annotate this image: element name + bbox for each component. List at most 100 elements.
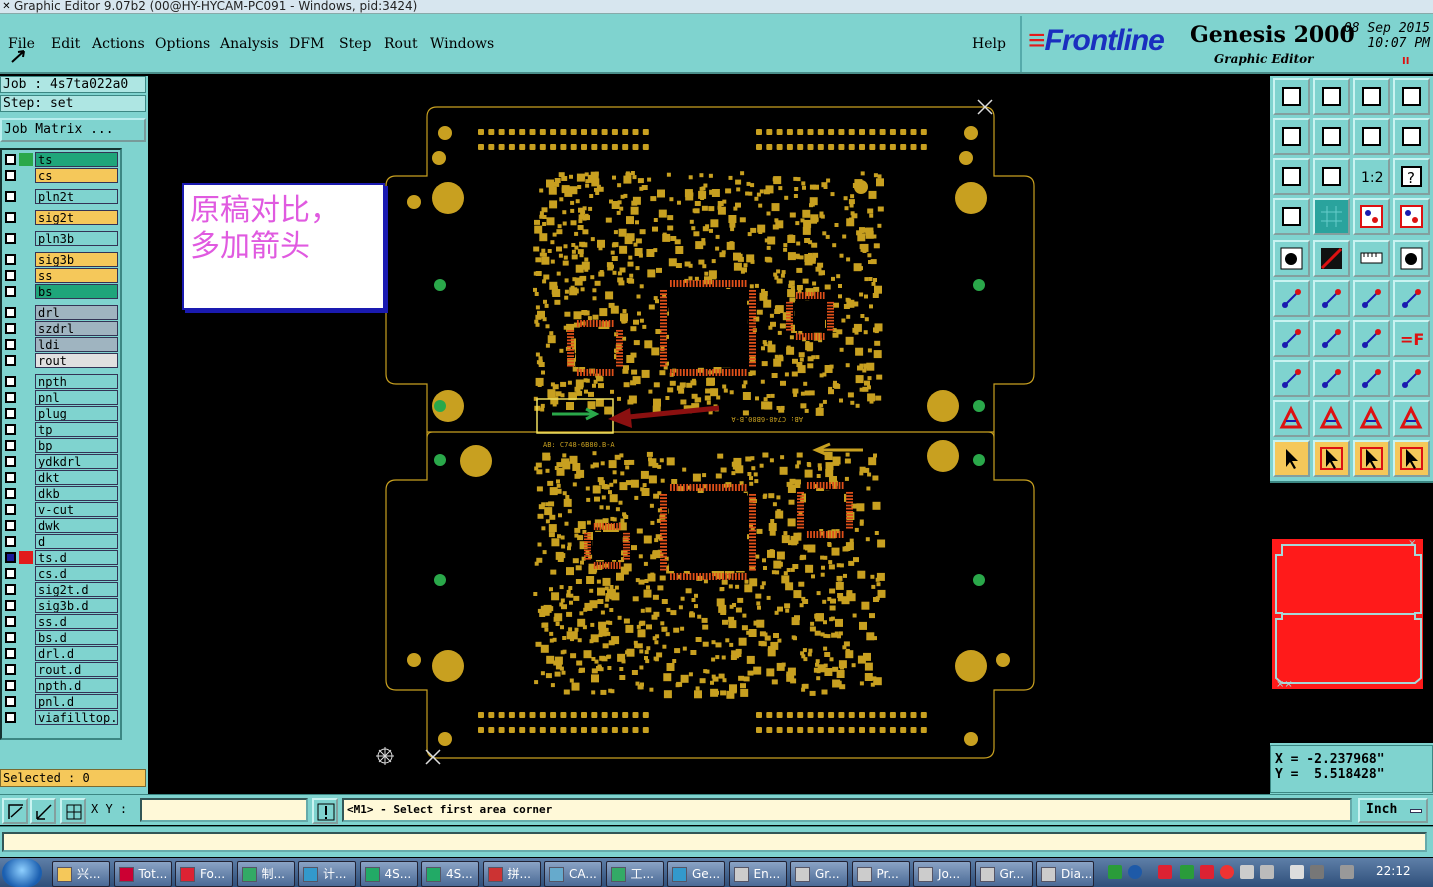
zoom-area-button[interactable] — [1393, 118, 1430, 155]
layer-row-rout-d[interactable]: rout.d — [2, 662, 120, 677]
layer-row-dkb[interactable]: dkb — [2, 486, 120, 501]
menu-dfm[interactable]: DFM — [289, 36, 324, 52]
layer-name[interactable]: bs.d — [35, 630, 118, 645]
layer-checkbox[interactable] — [5, 616, 16, 627]
highlight-button[interactable] — [1313, 240, 1350, 277]
scale-button[interactable] — [1353, 118, 1390, 155]
layer-row-sig2t[interactable]: sig2t — [2, 210, 120, 225]
menu-help[interactable]: Help — [972, 36, 1006, 52]
menu-analysis[interactable]: Analysis — [220, 36, 279, 52]
tray-flag-icon[interactable] — [1260, 865, 1274, 879]
layer-row-ldi[interactable]: ldi — [2, 337, 120, 352]
layer-checkbox[interactable] — [5, 632, 16, 643]
layer-name[interactable]: rout.d — [35, 662, 118, 677]
layer-name[interactable]: bs — [35, 284, 118, 299]
layer-row-v-cut[interactable]: v-cut — [2, 502, 120, 517]
layer-name[interactable]: ss — [35, 268, 118, 283]
layer-row-drl-d[interactable]: drl.d — [2, 646, 120, 661]
taskbar-task[interactable]: 兴... — [52, 861, 110, 887]
menu-edit[interactable]: Edit — [51, 36, 80, 52]
layer-row-sig2t-d[interactable]: sig2t.d — [2, 582, 120, 597]
layer-list[interactable]: ts cs pln2t sig2t pln3b sig3b ss bs drl szdrl ldi r… — [0, 148, 122, 740]
layer-checkbox[interactable] — [5, 472, 16, 483]
pad-button[interactable] — [1393, 240, 1430, 277]
connect-button[interactable] — [1273, 280, 1310, 317]
menu-options[interactable]: Options — [155, 36, 210, 52]
zoom-home-button[interactable] — [1273, 78, 1310, 115]
pan-right-button[interactable] — [1313, 118, 1350, 155]
layer-row-dwk[interactable]: dwk — [2, 518, 120, 533]
layer-row-sig3b-d[interactable]: sig3b.d — [2, 598, 120, 613]
layer-name[interactable]: d — [35, 534, 118, 549]
taskbar-task[interactable]: Pr... — [851, 861, 910, 887]
layer-name[interactable]: v-cut — [35, 502, 118, 517]
layer-checkbox[interactable] — [5, 212, 16, 223]
window-titlebar[interactable]: ✕ Graphic Editor 9.07b2 (00@HY-HYCAM-PC0… — [0, 0, 1433, 14]
layer-row-ts-d[interactable]: ts.d — [2, 550, 120, 565]
delete-button[interactable] — [1313, 280, 1350, 317]
layer-row-sig3b[interactable]: sig3b — [2, 252, 120, 267]
taskbar-task[interactable]: CA... — [544, 861, 602, 887]
job-matrix-button[interactable]: Job Matrix ... — [0, 118, 146, 142]
layer-name[interactable]: ldi — [35, 337, 118, 352]
layer-checkbox[interactable] — [5, 355, 16, 366]
layer-name[interactable]: plug — [35, 406, 118, 421]
text-a-button[interactable] — [1273, 400, 1310, 437]
menu-rout[interactable]: Rout — [384, 36, 418, 52]
tray-help-icon[interactable] — [1128, 865, 1142, 879]
filter-button[interactable] — [1273, 198, 1310, 235]
taskbar-task[interactable]: Tot... — [113, 861, 172, 887]
layer-row-szdrl[interactable]: szdrl — [2, 321, 120, 336]
tray-sync-icon[interactable] — [1340, 865, 1354, 879]
unit-selector[interactable]: Inch — [1358, 798, 1428, 823]
fit-screen-button[interactable] — [1273, 158, 1310, 195]
layer-name[interactable]: drl.d — [35, 646, 118, 661]
layer-checkbox[interactable] — [5, 664, 16, 675]
start-button[interactable] — [2, 859, 42, 887]
pan-left-button[interactable] — [1273, 118, 1310, 155]
layer-row-bp[interactable]: bp — [2, 438, 120, 453]
menu-actions[interactable]: Actions — [92, 36, 145, 52]
menu-windows[interactable]: Windows — [430, 36, 494, 52]
zoom-profile-button[interactable] — [1353, 78, 1390, 115]
layer-row-plug[interactable]: plug — [2, 406, 120, 421]
layer-name[interactable]: pln3b — [35, 231, 118, 246]
mirror-button[interactable]: =F — [1393, 320, 1430, 357]
layer-checkbox[interactable] — [5, 233, 16, 244]
layer-row-bs-d[interactable]: bs.d — [2, 630, 120, 645]
layer-name[interactable]: pnl.d — [35, 694, 118, 709]
layer-checkbox[interactable] — [5, 270, 16, 281]
layer-row-ts[interactable]: ts — [2, 152, 120, 167]
layer-checkbox[interactable] — [5, 696, 16, 707]
taskbar-task[interactable]: Gr... — [974, 861, 1033, 887]
layer-row-npth[interactable]: npth — [2, 374, 120, 389]
layer-checkbox[interactable] — [5, 376, 16, 387]
scale-one-to-one-button[interactable]: 1:2 — [1353, 158, 1390, 195]
add-pad-button[interactable] — [1273, 360, 1310, 397]
graphic-canvas[interactable]: AB: C748-6B80.B-A AB: C748-6B80.B-A 原稿对比，… — [148, 76, 1270, 794]
layer-checkbox[interactable] — [5, 536, 16, 547]
tray-network-icon[interactable] — [1180, 865, 1194, 879]
layer-checkbox[interactable] — [5, 680, 16, 691]
taskbar-task[interactable]: Dia... — [1036, 861, 1094, 887]
layer-row-pnl-d[interactable]: pnl.d — [2, 694, 120, 709]
taskbar-task[interactable]: 拼... — [482, 861, 541, 887]
layer-name[interactable]: rout — [35, 353, 118, 368]
layer-name[interactable]: dwk — [35, 518, 118, 533]
layer-checkbox[interactable] — [5, 648, 16, 659]
layer-row-pln3b[interactable]: pln3b — [2, 231, 120, 246]
layer-checkbox[interactable] — [5, 286, 16, 297]
rotate-button[interactable] — [1353, 320, 1390, 357]
layer-row-ss-d[interactable]: ss.d — [2, 614, 120, 629]
layer-compare-button[interactable] — [1353, 198, 1390, 235]
pause-indicator[interactable]: II — [1402, 56, 1409, 67]
layer-name[interactable]: pnl — [35, 390, 118, 405]
zoom-fit-button[interactable] — [1313, 78, 1350, 115]
layer-name[interactable]: ss.d — [35, 614, 118, 629]
taskbar-task[interactable]: 工... — [605, 861, 664, 887]
taskbar-task[interactable]: Ge... — [667, 861, 725, 887]
dash-button[interactable] — [1313, 360, 1350, 397]
layer-checkbox[interactable] — [5, 323, 16, 334]
layer-checkbox[interactable] — [5, 568, 16, 579]
tray-color-icon[interactable] — [1200, 865, 1214, 879]
